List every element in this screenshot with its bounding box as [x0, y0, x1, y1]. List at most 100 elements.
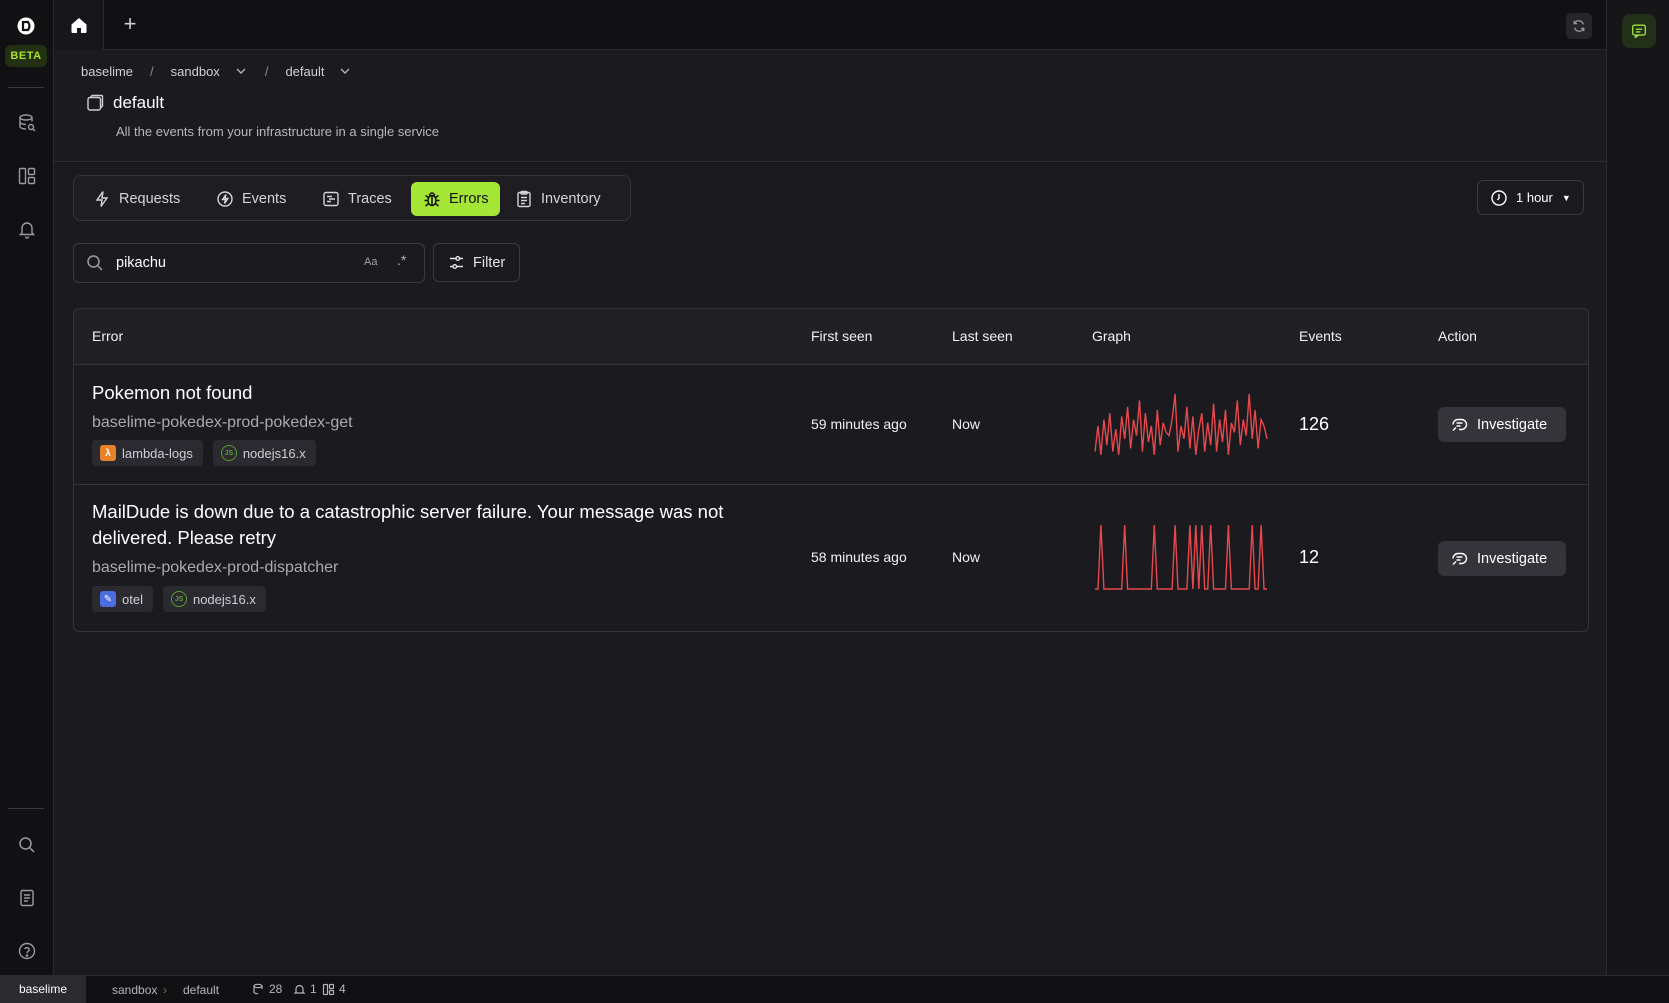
status-bar: baselime sandbox › default 28 1 4 — [0, 975, 1669, 1003]
status-env[interactable]: sandbox — [112, 983, 157, 997]
header-divider — [54, 161, 1606, 162]
search-icon[interactable] — [17, 835, 37, 855]
investigate-icon — [1452, 552, 1468, 565]
chevron-down-icon[interactable] — [338, 64, 352, 78]
chevron-down-icon[interactable] — [234, 64, 248, 78]
service-tabs: Requests Events Traces Errors Inventory — [73, 175, 631, 221]
service-name: default — [113, 93, 165, 112]
search-input[interactable] — [116, 252, 316, 274]
home-tab[interactable] — [54, 0, 104, 50]
column-events: Events — [1299, 328, 1342, 344]
tag-otel: ✎ otel — [92, 586, 153, 612]
tab-requests[interactable]: Requests — [81, 182, 192, 216]
aws-lambda-icon: λ — [100, 445, 116, 461]
error-tags: ✎ otel JS nodejs16.x — [92, 586, 266, 612]
investigate-label: Investigate — [1477, 550, 1548, 567]
tab-traces[interactable]: Traces — [310, 182, 404, 216]
bolt-icon — [95, 191, 109, 207]
last-seen-value: Now — [952, 416, 981, 432]
sparkline-series — [1094, 393, 1268, 455]
column-graph: Graph — [1092, 328, 1131, 344]
chat-icon — [1632, 24, 1646, 39]
status-alerts[interactable]: 1 — [293, 982, 317, 996]
filter-button[interactable]: Filter — [433, 243, 520, 282]
tag-label: nodejs16.x — [242, 445, 306, 461]
sliders-icon — [450, 256, 463, 269]
refresh-button[interactable] — [1566, 13, 1592, 39]
tab-errors[interactable]: Errors — [411, 182, 501, 216]
investigate-label: Investigate — [1477, 416, 1548, 433]
bug-icon — [424, 192, 440, 207]
breadcrumb-org[interactable]: baselime — [81, 64, 133, 79]
nav-divider — [8, 808, 44, 809]
filter-label: Filter — [473, 254, 506, 271]
traces-icon — [323, 191, 339, 207]
page-title: default — [86, 93, 164, 113]
search-icon — [86, 254, 104, 272]
nodejs-icon: JS — [170, 591, 187, 607]
tab-label: Inventory — [541, 191, 601, 207]
right-rail — [1606, 0, 1669, 975]
status-org-badge[interactable]: baselime — [0, 976, 86, 1003]
status-datasets[interactable]: 28 — [252, 982, 282, 996]
tab-label: Events — [242, 191, 287, 207]
events-count: 126 — [1299, 414, 1330, 434]
sparkline-series — [1095, 524, 1267, 590]
tag-lambda-logs: λ lambda-logs — [92, 440, 203, 466]
beta-badge: BETA — [5, 45, 47, 67]
otel-icon: ✎ — [100, 591, 116, 607]
tag-label: otel — [122, 591, 143, 607]
match-case-toggle[interactable]: Aa — [364, 256, 377, 268]
column-first-seen: First seen — [811, 328, 873, 344]
chevron-right-icon: › — [163, 983, 167, 997]
status-dashboards[interactable]: 4 — [322, 982, 346, 996]
error-title[interactable]: Pokemon not found — [92, 380, 752, 406]
investigate-button[interactable]: Investigate — [1438, 407, 1566, 442]
dashboards-icon[interactable] — [17, 166, 37, 186]
events-count: 12 — [1299, 547, 1320, 567]
table-row[interactable]: Pokemon not found baselime-pokedex-prod-… — [74, 365, 1588, 485]
status-service[interactable]: default — [183, 983, 219, 997]
dashboards-icon — [322, 983, 335, 995]
search-box: Aa .* — [73, 243, 425, 283]
help-icon[interactable] — [17, 941, 37, 961]
chat-button[interactable] — [1622, 14, 1656, 48]
regex-toggle[interactable]: .* — [397, 252, 406, 268]
add-tab-button[interactable]: + — [118, 13, 142, 37]
tag-label: nodejs16.x — [192, 591, 256, 607]
tag-label: lambda-logs — [122, 445, 193, 461]
service-icon — [86, 94, 104, 112]
investigate-button[interactable]: Investigate — [1438, 541, 1566, 576]
time-range-label: 1 hour — [1516, 190, 1553, 205]
tab-label: Errors — [449, 191, 489, 207]
error-title[interactable]: MailDude is down due to a catastrophic s… — [92, 499, 752, 551]
tab-events[interactable]: Events — [204, 182, 298, 216]
service-description: All the events from your infrastructure … — [116, 124, 439, 139]
breadcrumb-environment[interactable]: sandbox — [171, 64, 220, 79]
tab-label: Traces — [348, 191, 392, 207]
nodejs-icon: JS — [220, 445, 237, 461]
breadcrumb-separator: / — [264, 63, 269, 79]
nav-divider — [8, 87, 44, 88]
error-service: baselime-pokedex-prod-dispatcher — [92, 559, 339, 576]
table-row[interactable]: MailDude is down due to a catastrophic s… — [74, 486, 1588, 631]
datasets-icon[interactable] — [17, 113, 37, 133]
error-sparkline — [1095, 524, 1267, 590]
investigate-icon — [1452, 418, 1468, 431]
breadcrumb: baselime / sandbox / default — [81, 62, 352, 80]
breadcrumb-service[interactable]: default — [285, 64, 324, 79]
datasets-icon — [253, 983, 263, 994]
docs-icon[interactable] — [17, 888, 37, 908]
tag-nodejs: JS nodejs16.x — [212, 440, 316, 466]
first-seen-value: 58 minutes ago — [811, 549, 907, 565]
home-icon — [71, 18, 86, 33]
error-tags: λ lambda-logs JS nodejs16.x — [92, 440, 316, 466]
error-service: baselime-pokedex-prod-pokedex-get — [92, 414, 353, 431]
column-last-seen: Last seen — [952, 328, 1013, 344]
error-sparkline — [1094, 393, 1268, 455]
tab-inventory[interactable]: Inventory — [503, 182, 613, 216]
alerts-icon[interactable] — [17, 219, 37, 239]
clock-icon — [1491, 189, 1507, 206]
time-range-select[interactable]: 1 hour ▼ — [1477, 180, 1584, 215]
baselime-logo[interactable] — [16, 16, 36, 36]
